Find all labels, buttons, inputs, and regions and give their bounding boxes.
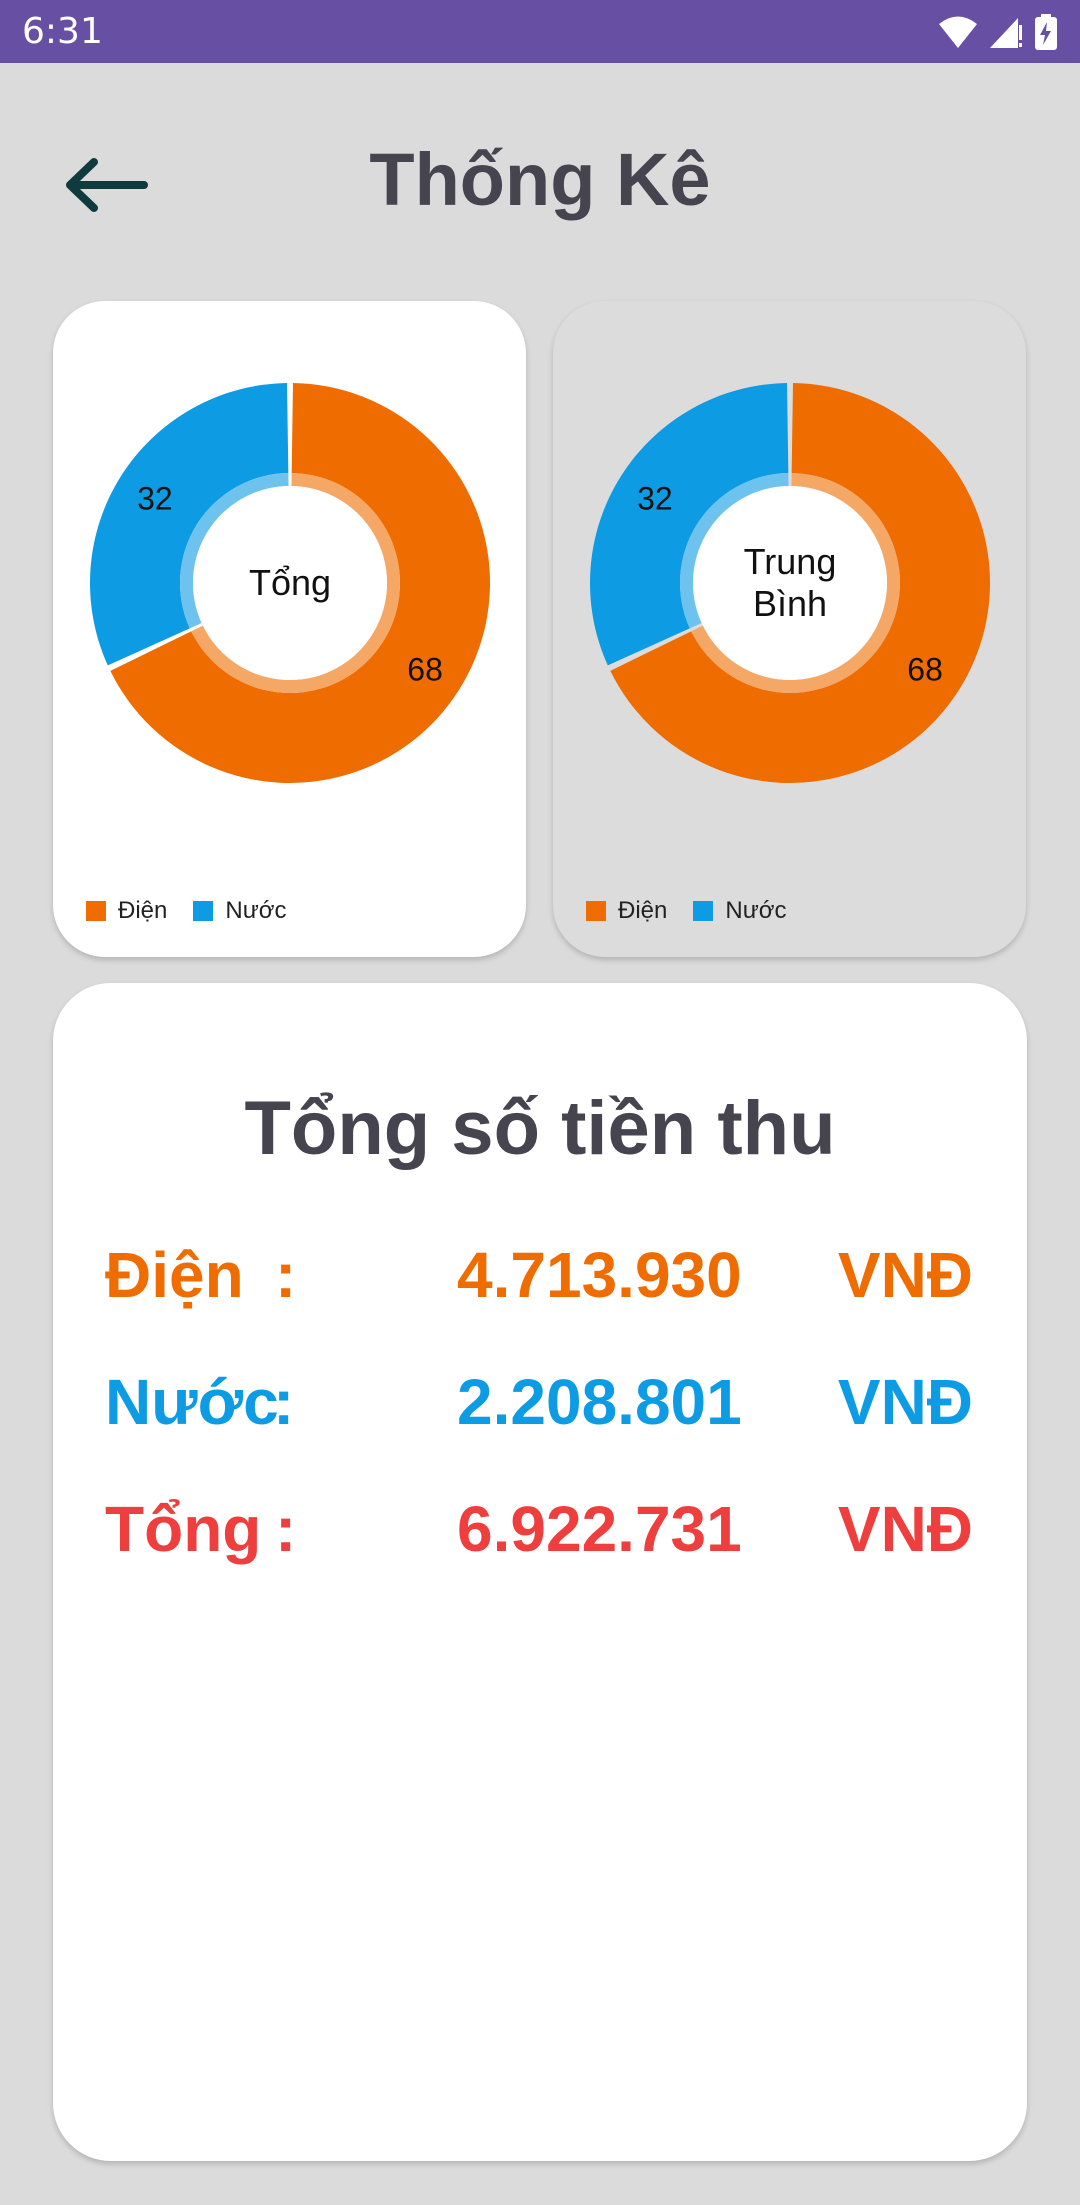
signal-icon [990,18,1022,48]
slice-label-0: 68 [407,652,443,688]
legend-item-dien: Điện [586,897,667,925]
chart-legend: Điện Nước [86,897,313,925]
legend-label-nuoc: Nước [725,897,787,924]
status-bar: 6:31 [0,0,1080,63]
app-header: Thống Kê [0,63,1080,283]
row-colon: : [275,1493,297,1565]
revenue-summary-card: Tổng số tiền thu Điện : 4.713.930 VNĐ Nư… [53,983,1027,2161]
status-icons [938,12,1058,52]
total-donut-chart: 68 32 Tổng [90,383,490,783]
row-currency: VNĐ [837,1493,973,1565]
legend-swatch-dien [586,901,606,921]
summary-row-dien: Điện : 4.713.930 VNĐ [53,1230,1027,1320]
center-label: Tổng [249,562,331,603]
row-label: Tổng [105,1493,262,1565]
center-label: Bình [753,583,827,624]
row-label: Nước [105,1366,279,1438]
row-currency: VNĐ [837,1366,973,1438]
chart-legend: Điện Nước [586,897,813,925]
average-chart-card[interactable]: 68 32 Trung Bình Điện Nước [553,301,1026,957]
summary-row-tong: Tổng : 6.922.731 VNĐ [53,1484,1027,1574]
slice-label-1: 32 [137,480,173,516]
legend-swatch-nuoc [193,901,214,921]
battery-charging-icon [1035,14,1057,50]
row-colon: : [275,1239,297,1311]
page-title: Thống Kê [369,138,711,221]
summary-title: Tổng số tiền thu [244,1086,836,1171]
legend-swatch-dien [86,901,106,921]
row-amount: 2.208.801 [457,1366,742,1438]
slice-label-0: 68 [907,652,943,688]
total-chart-card[interactable]: 68 32 Tổng Điện Nước [53,301,526,957]
legend-label-nuoc: Nước [225,897,287,924]
status-time: 6:31 [22,11,103,52]
legend-label-dien: Điện [118,897,168,924]
legend-item-dien: Điện [86,897,167,925]
average-donut-chart: 68 32 TrungBình [590,383,990,783]
slice-label-1: 32 [637,480,673,516]
summary-row-nuoc: Nước : 2.208.801 VNĐ [53,1357,1027,1447]
row-amount: 4.713.930 [457,1239,742,1311]
legend-label-dien: Điện [618,897,668,924]
row-colon: : [273,1366,295,1438]
wifi-icon [939,16,977,48]
center-label: Trung [744,541,837,582]
row-amount: 6.922.731 [457,1493,742,1565]
row-label: Điện [105,1239,244,1311]
legend-swatch-nuoc [693,901,714,921]
legend-item-nuoc: Nước [693,897,787,925]
legend-item-nuoc: Nước [193,897,287,925]
row-currency: VNĐ [837,1239,973,1311]
